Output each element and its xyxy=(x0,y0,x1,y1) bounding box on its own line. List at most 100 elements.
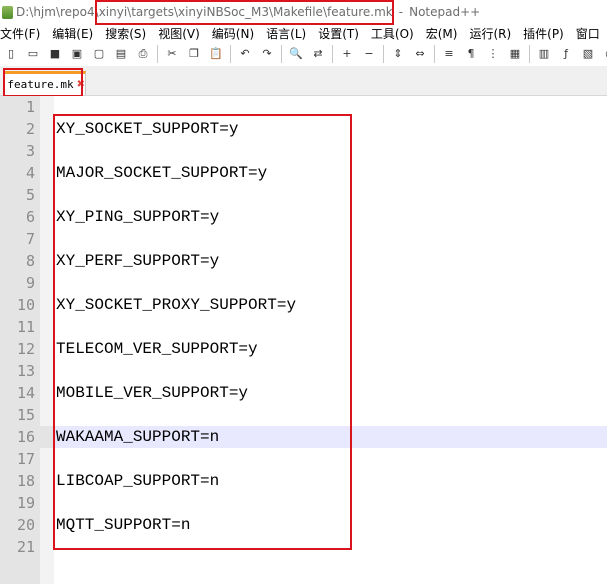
save-icon[interactable]: ■ xyxy=(47,46,63,62)
line-text[interactable]: XY_SOCKET_PROXY_SUPPORT=y xyxy=(56,294,296,316)
editor-line[interactable]: 19 xyxy=(0,492,607,514)
line-number: 21 xyxy=(16,538,35,556)
print-icon[interactable]: ⎙ xyxy=(135,46,151,62)
menu-item-9[interactable]: 运行(R) xyxy=(469,25,517,42)
line-text[interactable]: MOBILE_VER_SUPPORT=y xyxy=(56,382,248,404)
new-file-icon[interactable]: ▯ xyxy=(3,46,19,62)
editor-line[interactable]: 15 xyxy=(0,404,607,426)
toolbar-separator xyxy=(434,45,435,63)
editor-line[interactable]: 11 xyxy=(0,316,607,338)
undo-icon[interactable]: ↶ xyxy=(237,46,253,62)
close-icon[interactable]: ▢ xyxy=(91,46,107,62)
menu-item-0[interactable]: 文件(F) xyxy=(0,25,46,42)
editor-line[interactable]: 10 XY_SOCKET_PROXY_SUPPORT=y xyxy=(0,294,607,316)
editor-lines: 1 2 XY_SOCKET_SUPPORT=y 3 4 MAJOR_SOCKET_SUPP… xyxy=(0,96,607,558)
word-wrap-icon[interactable]: ≡ xyxy=(441,46,457,62)
line-text[interactable]: MQTT_SUPPORT=n xyxy=(56,514,190,536)
editor-line[interactable]: 18 LIBCOAP_SUPPORT=n xyxy=(0,470,607,492)
window-title-path: xinyi\targets\xinyiNBSoc_M3\Makefile\fea… xyxy=(98,5,393,19)
paste-icon[interactable]: 📋 xyxy=(208,46,224,62)
line-text[interactable]: LIBCOAP_SUPPORT=n xyxy=(56,470,219,492)
cut-icon[interactable]: ✂ xyxy=(164,46,180,62)
copy-icon[interactable]: ❐ xyxy=(186,46,202,62)
show-all-chars-icon[interactable]: ¶ xyxy=(463,46,479,62)
editor-line[interactable]: 17 xyxy=(0,448,607,470)
line-number: 17 xyxy=(16,450,35,468)
tab-close-icon[interactable]: ✖ xyxy=(77,79,85,90)
editor-line[interactable]: 5 xyxy=(0,184,607,206)
line-number: 7 xyxy=(25,230,35,248)
editor-line[interactable]: 8 XY_PERF_SUPPORT=y xyxy=(0,250,607,272)
menu-item-8[interactable]: 宏(M) xyxy=(426,25,464,42)
editor-line[interactable]: 21 xyxy=(0,536,607,558)
editor-line[interactable]: 3 xyxy=(0,140,607,162)
line-number: 2 xyxy=(25,120,35,138)
editor-line[interactable]: 9 xyxy=(0,272,607,294)
save-all-icon[interactable]: ▣ xyxy=(69,46,85,62)
line-number: 16 xyxy=(0,426,35,448)
menu-item-10[interactable]: 插件(P) xyxy=(523,25,570,42)
editor-line[interactable]: 4 MAJOR_SOCKET_SUPPORT=y xyxy=(0,162,607,184)
zoom-out-icon[interactable]: − xyxy=(361,46,377,62)
editor-line[interactable]: 14 MOBILE_VER_SUPPORT=y xyxy=(0,382,607,404)
indent-guide-icon[interactable]: ⋮ xyxy=(485,46,501,62)
sync-vertical-icon[interactable]: ⇕ xyxy=(390,46,406,62)
line-text[interactable]: MAJOR_SOCKET_SUPPORT=y xyxy=(56,162,267,184)
editor-line[interactable]: 16 WAKAAMA_SUPPORT=n xyxy=(0,426,607,448)
line-number: 13 xyxy=(16,362,35,380)
menu-item-5[interactable]: 语言(L) xyxy=(266,25,312,42)
monitoring-icon[interactable]: ◉ xyxy=(602,46,607,62)
line-number: 6 xyxy=(25,208,35,226)
editor-line[interactable]: 12 TELECOM_VER_SUPPORT=y xyxy=(0,338,607,360)
window-title-separator: - xyxy=(398,5,404,19)
line-number: 5 xyxy=(25,186,35,204)
line-number: 11 xyxy=(16,318,35,336)
line-text[interactable]: XY_PING_SUPPORT=y xyxy=(56,206,219,228)
line-text[interactable]: TELECOM_VER_SUPPORT=y xyxy=(56,338,258,360)
line-number: 20 xyxy=(16,516,35,534)
toolbar-separator xyxy=(230,45,231,63)
tab-label: feature.mk xyxy=(7,78,74,91)
editor-line[interactable]: 2 XY_SOCKET_SUPPORT=y xyxy=(0,118,607,140)
function-list-icon[interactable]: ƒ xyxy=(558,46,574,62)
editor-line[interactable]: 7 xyxy=(0,228,607,250)
editor-line[interactable]: 13 xyxy=(0,360,607,382)
sync-horizontal-icon[interactable]: ⇔ xyxy=(412,46,428,62)
tab-feature-mk[interactable]: feature.mk ✖ xyxy=(3,71,86,95)
line-number: 4 xyxy=(25,164,35,182)
menu-bar: 文件(F) 编辑(E) 搜索(S) 视图(V) 编码(N) 语言(L) 设置(T) 工具(O)… xyxy=(0,24,607,42)
open-file-icon[interactable]: ▭ xyxy=(25,46,41,62)
redo-icon[interactable]: ↷ xyxy=(259,46,275,62)
editor-line[interactable]: 20 MQTT_SUPPORT=n xyxy=(0,514,607,536)
line-number: 8 xyxy=(25,252,35,270)
close-all-icon[interactable]: ▤ xyxy=(113,46,129,62)
zoom-in-icon[interactable]: + xyxy=(339,46,355,62)
line-text[interactable]: XY_SOCKET_SUPPORT=y xyxy=(56,118,238,140)
menu-item-7[interactable]: 工具(O) xyxy=(371,25,420,42)
user-language-icon[interactable]: ▦ xyxy=(507,46,523,62)
menu-item-4[interactable]: 编码(N) xyxy=(212,25,260,42)
window-title-app-name: Notepad++ xyxy=(409,5,481,19)
line-text[interactable]: WAKAAMA_SUPPORT=n xyxy=(56,426,219,448)
notepad-plus-plus-app-icon xyxy=(2,5,13,19)
toolbar-separator xyxy=(383,45,384,63)
replace-icon[interactable]: ⇄ xyxy=(310,46,326,62)
toolbar-separator xyxy=(281,45,282,63)
editor[interactable]: 1 2 XY_SOCKET_SUPPORT=y 3 4 MAJOR_SOCKET_SUPP… xyxy=(0,96,607,584)
title-bar: D:\hjm\repo4\ xinyi\targets\xinyiNBSoc_M3… xyxy=(0,0,607,24)
line-text[interactable]: XY_PERF_SUPPORT=y xyxy=(56,250,219,272)
editor-line[interactable]: 1 xyxy=(0,96,607,118)
menu-item-1[interactable]: 编辑(E) xyxy=(52,25,99,42)
menu-item-2[interactable]: 搜索(S) xyxy=(105,25,152,42)
folder-workspace-icon[interactable]: ▧ xyxy=(580,46,596,62)
line-number: 15 xyxy=(16,406,35,424)
menu-item-11[interactable]: 窗口 xyxy=(576,25,606,42)
find-icon[interactable]: 🔍 xyxy=(288,46,304,62)
line-number: 9 xyxy=(25,274,35,292)
toolbar-separator xyxy=(529,45,530,63)
menu-item-6[interactable]: 设置(T) xyxy=(318,25,365,42)
line-number: 1 xyxy=(25,98,35,116)
editor-line[interactable]: 6 XY_PING_SUPPORT=y xyxy=(0,206,607,228)
menu-item-3[interactable]: 视图(V) xyxy=(158,25,206,42)
document-map-icon[interactable]: ▥ xyxy=(536,46,552,62)
